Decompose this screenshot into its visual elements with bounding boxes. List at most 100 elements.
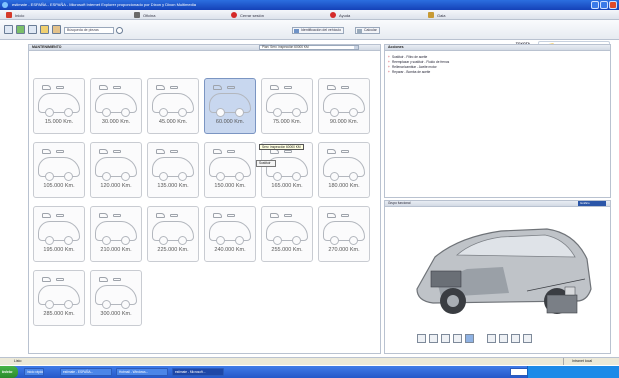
menu-item-oficina[interactable]: Oficina [134,11,155,19]
maintenance-interval-tile[interactable]: 210.000 Km. [90,206,142,262]
maximize-button[interactable] [600,1,608,9]
taskbar-task[interactable]: estimate - ESPAÑA... [60,368,112,376]
interval-label: 15.000 Km. [44,119,74,125]
image-icon[interactable] [28,25,37,34]
filter-icon [113,86,121,89]
save-icon[interactable] [4,25,13,34]
panel-title: Grupo funcional [388,201,411,205]
camera-icon[interactable] [441,334,450,343]
gaia-icon [428,12,434,18]
logout-icon [231,12,237,18]
panel-header: Grupo funcional Gráfico [385,201,610,207]
parts-search-input[interactable]: Búsqueda de piezas [64,27,114,34]
car-outline-icon [323,93,365,117]
interval-label: 120.000 Km. [100,183,132,189]
quick-launch[interactable]: Inicio rápido [24,368,44,376]
filter-icon [227,214,235,217]
maintenance-interval-tile[interactable]: 195.000 Km. [33,206,85,262]
menu-item-inicio[interactable]: Inicio [6,11,24,19]
layers-icon[interactable] [499,334,508,343]
security-zone: Intranet local [563,358,611,365]
calculate-button[interactable]: Calcular [355,27,380,34]
tree-item[interactable]: Reparar - Bomba de aceite [388,70,610,75]
maintenance-interval-tile[interactable]: 135.000 Km. [147,142,199,198]
maintenance-interval-tile[interactable]: 75.000 Km. [261,78,313,134]
car-outline-icon [38,221,80,245]
folder-icon[interactable] [40,25,49,34]
interval-label: 45.000 Km. [158,119,188,125]
oil-can-icon [156,213,165,218]
car-outline-icon [95,285,137,309]
maintenance-interval-tile[interactable]: 150.000 Km. [204,142,256,198]
status-text: Listo [14,359,22,363]
context-menu-item[interactable]: Sustituir [256,160,276,167]
interval-label: 60.000 Km. [215,119,245,125]
maintenance-interval-tile[interactable]: 240.000 Km. [204,206,256,262]
interval-label: 285.000 Km. [43,311,75,317]
zoom-icon[interactable] [465,334,474,343]
car-outline-icon [266,221,308,245]
interval-label: 165.000 Km. [271,183,303,189]
maintenance-interval-tile[interactable]: 225.000 Km. [147,206,199,262]
taskbar-task-active[interactable]: estimate - Microsoft... [172,368,224,376]
fill-icon[interactable] [429,334,438,343]
maintenance-panel: MANTENIMIENTO Plan: Serv. inspección 600… [28,44,405,354]
interval-label: 270.000 Km. [328,247,360,253]
menu-item-gaia[interactable]: Gaia [428,11,445,19]
close-button[interactable] [609,1,617,9]
panel-header: Acciones [385,45,610,51]
minimize-button[interactable] [591,1,599,9]
parts-icon[interactable] [52,25,61,34]
maintenance-interval-tile[interactable]: 15.000 Km. [33,78,85,134]
maintenance-interval-tile[interactable]: 120.000 Km. [90,142,142,198]
export-icon[interactable] [523,334,532,343]
maintenance-interval-tile[interactable]: 105.000 Km. [33,142,85,198]
button-label: Calcular [364,28,377,32]
office-icon [134,12,140,18]
panel-header: MANTENIMIENTO Plan: Serv. inspección 600… [29,45,380,51]
maintenance-interval-tile[interactable]: 60.000 Km. [204,78,256,134]
interval-label: 105.000 Km. [43,183,75,189]
maintenance-interval-tile[interactable]: 180.000 Km. [318,142,370,198]
maintenance-interval-tile[interactable]: 300.000 Km. [90,270,142,326]
oil-can-icon [213,213,222,218]
maintenance-interval-tile[interactable]: 90.000 Km. [318,78,370,134]
search-icon[interactable] [116,27,123,34]
actions-panel: Acciones Sustituir - Filtro de aceite Re… [384,44,611,198]
menu-item-ayuda[interactable]: Ayuda [330,11,350,19]
start-button[interactable]: Inicio [0,366,18,378]
graphic-tab[interactable]: Gráfico [578,201,606,206]
system-tray [527,366,619,378]
filter-icon [227,150,235,153]
oil-can-icon [213,149,222,154]
compare-icon[interactable] [511,334,520,343]
interval-label: 180.000 Km. [328,183,360,189]
oil-can-icon [156,149,165,154]
maintenance-interval-tile[interactable]: 45.000 Km. [147,78,199,134]
home-icon [6,12,12,18]
grid-icon[interactable] [487,334,496,343]
menu-item-cerrar-sesion[interactable]: Cerrar sesión [231,11,264,19]
maintenance-interval-tile[interactable]: 255.000 Km. [261,206,313,262]
pen-icon[interactable] [417,334,426,343]
menu-label: Gaia [437,12,446,18]
toolbar: Búsqueda de piezas Identificación del ve… [0,20,619,58]
user-icon[interactable] [16,25,25,34]
maintenance-interval-tile[interactable]: 270.000 Km. [318,206,370,262]
car-outline-icon [38,285,80,309]
vehicle-identification-button[interactable]: Identificación del vehículo [292,27,345,34]
window-controls [591,1,617,9]
taskbar-task[interactable]: Hotmail - Windows... [116,368,168,376]
filter-icon [284,150,292,153]
oil-can-icon [99,85,108,90]
tool-icon[interactable] [453,334,462,343]
car-outline-icon [152,221,194,245]
filter-icon [56,86,64,89]
maintenance-interval-tile[interactable]: 165.000 Km. [261,142,313,198]
maintenance-interval-tile[interactable]: 30.000 Km. [90,78,142,134]
filter-icon [56,214,64,217]
maintenance-interval-tile[interactable]: 285.000 Km. [33,270,85,326]
plan-select[interactable]: Plan: Serv. inspección 60000 KM [259,45,359,50]
oil-can-icon [327,149,336,154]
car-cutaway-illustration[interactable] [397,211,597,331]
